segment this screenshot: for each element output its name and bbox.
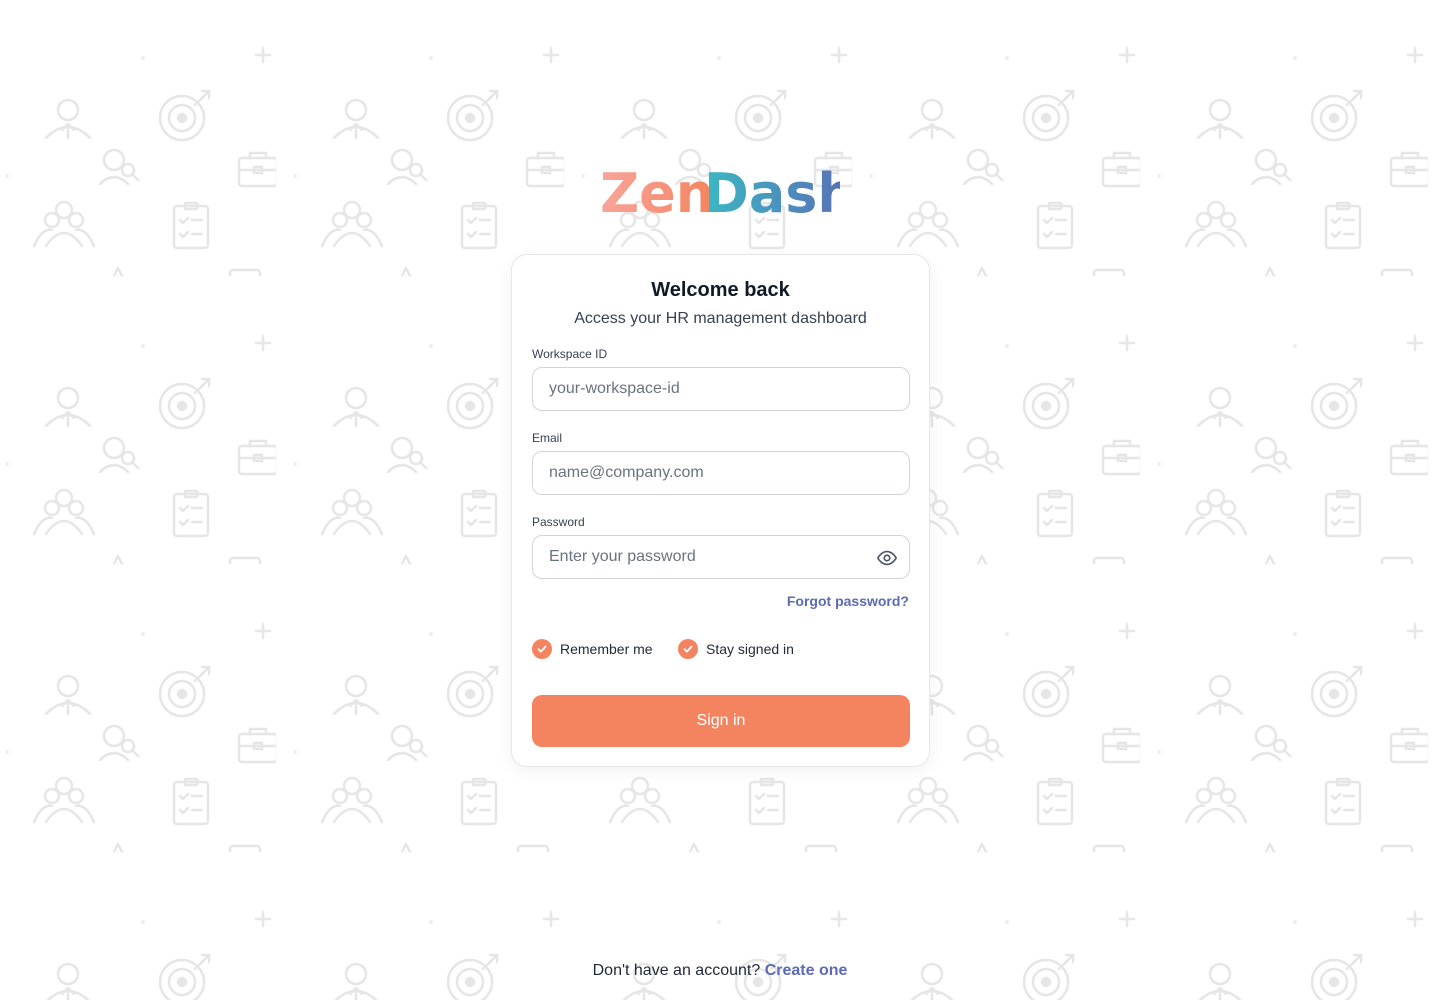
signup-prompt: Don't have an account? Create one (0, 962, 1440, 980)
password-label: Password (532, 515, 585, 529)
checkbox-checked-icon (678, 639, 698, 659)
workspace-id-label: Workspace ID (532, 347, 608, 361)
workspace-id-input[interactable] (532, 367, 910, 411)
logo-text-zen: Zen (600, 162, 714, 220)
email-label: Email (532, 431, 563, 445)
password-input[interactable] (532, 535, 910, 579)
remember-me-checkbox[interactable]: Remember me (532, 639, 653, 659)
zendash-logo: Zen Dash (600, 162, 840, 220)
create-account-link[interactable]: Create one (765, 962, 848, 979)
login-card: Welcome back Access your HR management d… (511, 254, 930, 767)
checkbox-checked-icon (532, 639, 552, 659)
eye-icon[interactable] (876, 547, 898, 569)
card-subtitle: Access your HR management dashboard (574, 310, 867, 327)
stay-signed-in-checkbox[interactable]: Stay signed in (678, 639, 794, 659)
signup-prompt-text: Don't have an account? (592, 962, 761, 979)
forgot-password-link[interactable]: Forgot password? (787, 593, 909, 609)
email-input[interactable] (532, 451, 910, 495)
stay-signed-in-label: Stay signed in (706, 641, 794, 657)
logo-text-dash: Dash (704, 162, 840, 220)
card-title: Welcome back (651, 279, 790, 301)
remember-me-label: Remember me (560, 641, 653, 657)
sign-in-button[interactable]: Sign in (532, 695, 910, 747)
login-page: Zen Dash Welcome back Access your HR man… (0, 0, 1440, 1000)
